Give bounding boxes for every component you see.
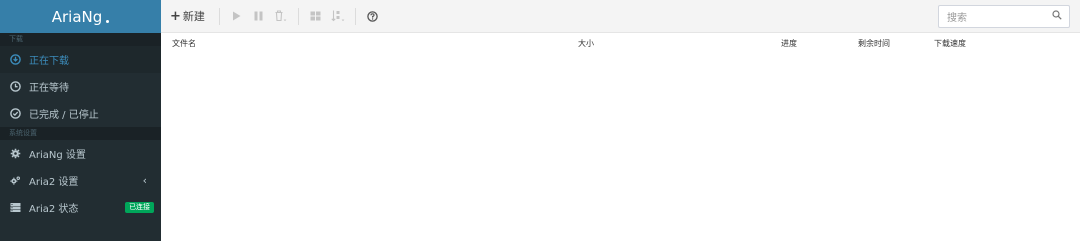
app-window: AriaNg 下载 正在下载 正在等待 已完成 / 已停止 系统设置 AriaN… [0,0,1080,241]
pause-button[interactable] [248,0,270,33]
toolbar-divider [297,7,299,25]
sidebar-item-stopped[interactable]: 已完成 / 已停止 [0,100,161,127]
pause-icon [254,11,263,21]
sidebar-item-aria2-settings[interactable]: Aria2 设置 ‹ [0,167,161,194]
sidebar-item-label: Aria2 状态 [29,204,79,215]
sidebar: AriaNg 下载 正在下载 正在等待 已完成 / 已停止 系统设置 AriaN… [0,0,161,241]
new-task-button[interactable]: + 新建 [161,0,213,33]
new-task-label: 新建 [182,10,205,23]
sidebar-item-label: Aria2 设置 [29,177,79,188]
clock-icon [10,81,21,92]
column-header-filename[interactable]: 文件名 [172,38,196,49]
status-badge: 已连接 [125,202,154,213]
sidebar-item-label: 正在等待 [29,83,69,94]
delete-button[interactable] [270,0,292,33]
help-button[interactable] [362,0,384,33]
column-header-progress[interactable]: 进度 [781,38,797,49]
trash-icon [275,10,287,22]
task-table-header: 文件名 大小 进度 剩余时间 下载速度 [161,34,1080,50]
sidebar-item-aria2-status[interactable]: Aria2 状态 已连接 [0,194,161,221]
brand-logo[interactable]: AriaNg [0,0,161,33]
section-header-download: 下载 [0,33,161,46]
brand-name: AriaNg [51,7,103,26]
check-circle-icon [10,108,21,119]
column-header-size[interactable]: 大小 [578,38,594,49]
question-circle-icon [367,10,379,22]
select-all-button[interactable] [305,0,327,33]
gear-icon [10,148,21,159]
sort-button[interactable] [327,0,349,33]
sort-icon [331,10,345,22]
sidebar-item-label: 正在下载 [29,56,69,67]
sidebar-item-ariang-settings[interactable]: AriaNg 设置 [0,140,161,167]
section-header-settings: 系统设置 [0,127,161,140]
toolbar-divider [354,7,356,25]
search-icon[interactable] [1052,10,1062,23]
search-input[interactable] [939,8,1039,29]
column-header-remaining-time[interactable]: 剩余时间 [858,38,890,49]
server-icon [10,202,21,213]
sidebar-item-label: AriaNg 设置 [29,150,86,161]
brand-dot-icon [106,20,110,23]
toolbar-divider [218,7,220,25]
play-icon [233,11,241,21]
sidebar-item-label: 已完成 / 已停止 [29,110,99,121]
gears-icon [10,175,21,186]
grid-icon [310,11,321,21]
sidebar-item-waiting[interactable]: 正在等待 [0,73,161,100]
sidebar-item-downloading[interactable]: 正在下载 [0,46,161,73]
chevron-left-icon[interactable]: ‹ [143,174,147,187]
toolbar: + 新建 [161,0,1080,33]
plus-icon: + [170,8,181,24]
download-circle-icon [10,54,21,65]
search-box [938,5,1070,29]
column-header-download-speed[interactable]: 下载速度 [934,38,966,49]
start-button[interactable] [226,0,248,33]
